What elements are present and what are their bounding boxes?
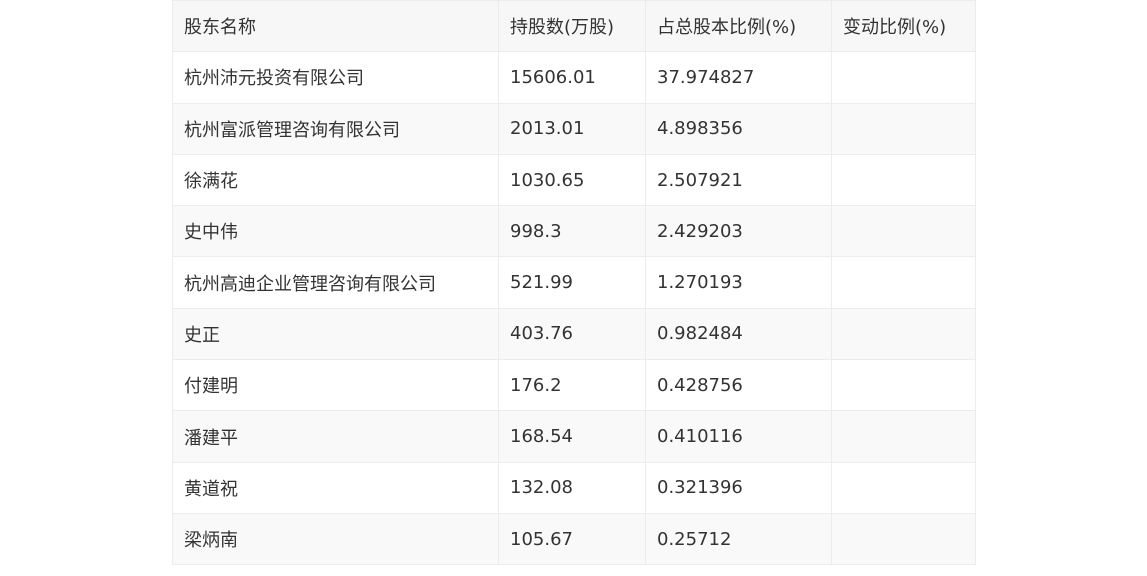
cell-shares-held: 998.3: [498, 205, 646, 258]
cell-shareholder-name: 杭州沛元投资有限公司: [172, 51, 499, 104]
cell-shares-held: 1030.65: [498, 153, 646, 207]
table-row: 梁炳南 105.67 0.25712: [172, 512, 976, 566]
cell-change-ratio: [831, 512, 976, 566]
cell-shareholder-name: 付建明: [172, 359, 499, 412]
cell-shareholder-name: 史中伟: [172, 205, 499, 258]
cell-shares-held: 168.54: [498, 410, 646, 463]
cell-change-ratio: [831, 102, 976, 155]
table-row: 徐满花 1030.65 2.507921: [172, 153, 976, 207]
cell-shareholder-name: 史正: [172, 307, 499, 361]
cell-share-ratio: 1.270193: [645, 256, 832, 309]
cell-shares-held: 15606.01: [498, 51, 646, 104]
cell-change-ratio: [831, 153, 976, 207]
header-change-ratio: 变动比例(%): [831, 0, 976, 53]
table-header: 股东名称 持股数(万股) 占总股本比例(%) 变动比例(%): [172, 0, 976, 53]
cell-change-ratio: [831, 51, 976, 104]
cell-shares-held: 132.08: [498, 461, 646, 514]
cell-change-ratio: [831, 359, 976, 412]
header-row: 股东名称 持股数(万股) 占总股本比例(%) 变动比例(%): [172, 0, 976, 53]
table-row: 史正 403.76 0.982484: [172, 307, 976, 361]
table-row: 黄道祝 132.08 0.321396: [172, 461, 976, 514]
cell-share-ratio: 4.898356: [645, 102, 832, 155]
cell-shareholder-name: 杭州高迪企业管理咨询有限公司: [172, 256, 499, 309]
cell-change-ratio: [831, 205, 976, 258]
cell-share-ratio: 0.410116: [645, 410, 832, 463]
cell-share-ratio: 0.982484: [645, 307, 832, 361]
header-shareholder-name: 股东名称: [172, 0, 499, 53]
cell-share-ratio: 0.321396: [645, 461, 832, 514]
cell-shares-held: 403.76: [498, 307, 646, 361]
cell-shareholder-name: 黄道祝: [172, 461, 499, 514]
cell-share-ratio: 0.428756: [645, 359, 832, 412]
cell-share-ratio: 2.507921: [645, 153, 832, 207]
table-row: 杭州富派管理咨询有限公司 2013.01 4.898356: [172, 102, 976, 155]
header-share-ratio: 占总股本比例(%): [645, 0, 832, 53]
table-row: 付建明 176.2 0.428756: [172, 359, 976, 412]
header-shares-held: 持股数(万股): [498, 0, 646, 53]
cell-share-ratio: 2.429203: [645, 205, 832, 258]
cell-shareholder-name: 潘建平: [172, 410, 499, 463]
cell-shares-held: 521.99: [498, 256, 646, 309]
table-row: 潘建平 168.54 0.410116: [172, 410, 976, 463]
cell-shares-held: 176.2: [498, 359, 646, 412]
table-row: 史中伟 998.3 2.429203: [172, 205, 976, 258]
shareholder-table-container: 股东名称 持股数(万股) 占总股本比例(%) 变动比例(%) 杭州沛元投资有限公…: [172, 0, 976, 566]
cell-share-ratio: 0.25712: [645, 512, 832, 566]
cell-shareholder-name: 杭州富派管理咨询有限公司: [172, 102, 499, 155]
cell-shareholder-name: 徐满花: [172, 153, 499, 207]
shareholder-table: 股东名称 持股数(万股) 占总股本比例(%) 变动比例(%) 杭州沛元投资有限公…: [172, 0, 976, 566]
table-row: 杭州沛元投资有限公司 15606.01 37.974827: [172, 51, 976, 104]
table-row: 杭州高迪企业管理咨询有限公司 521.99 1.270193: [172, 256, 976, 309]
cell-share-ratio: 37.974827: [645, 51, 832, 104]
cell-change-ratio: [831, 461, 976, 514]
cell-shares-held: 105.67: [498, 512, 646, 566]
cell-change-ratio: [831, 410, 976, 463]
cell-change-ratio: [831, 307, 976, 361]
cell-shares-held: 2013.01: [498, 102, 646, 155]
cell-shareholder-name: 梁炳南: [172, 512, 499, 566]
cell-change-ratio: [831, 256, 976, 309]
table-body: 杭州沛元投资有限公司 15606.01 37.974827 杭州富派管理咨询有限…: [172, 51, 976, 566]
